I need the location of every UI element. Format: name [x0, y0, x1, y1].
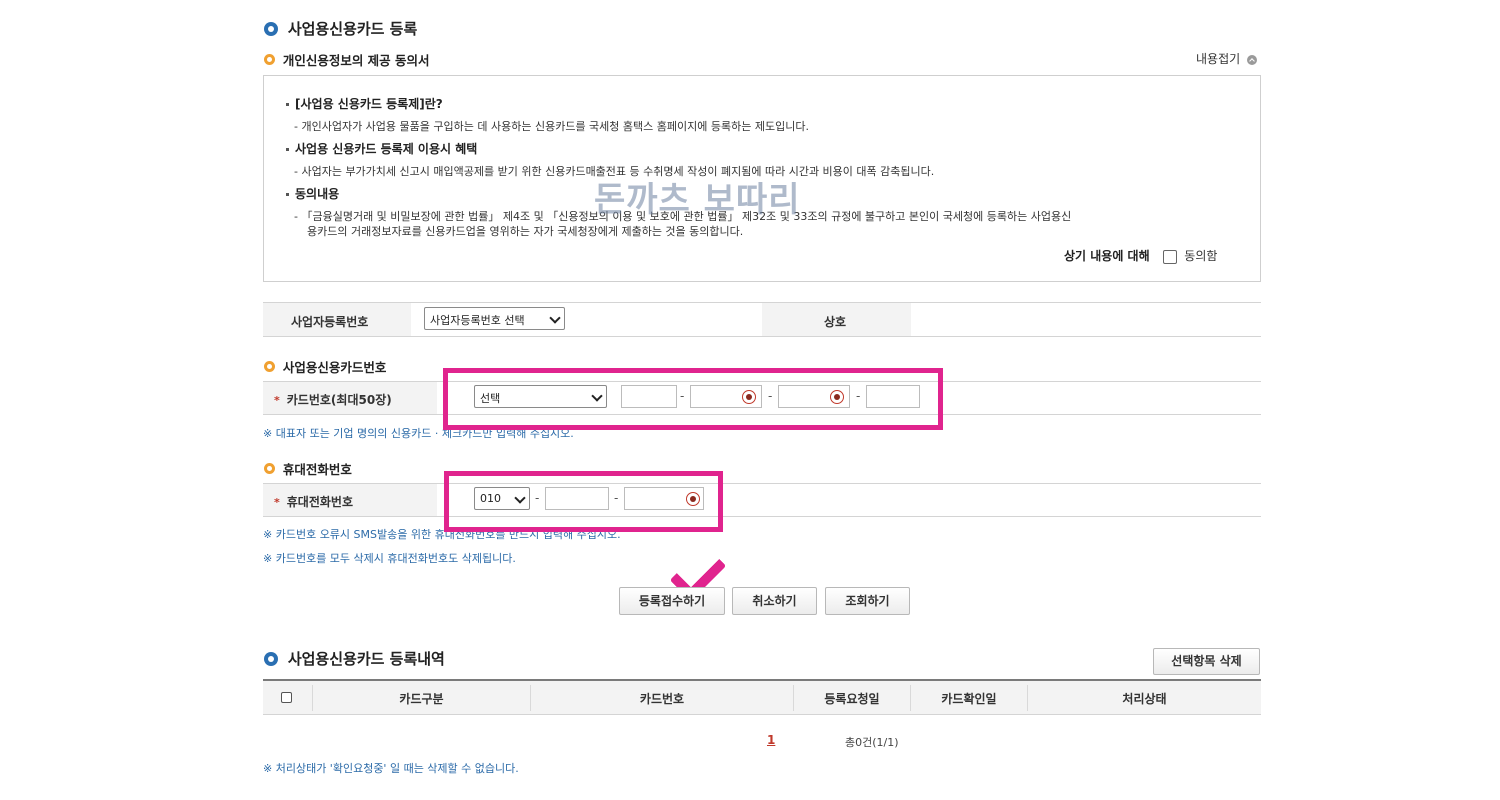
phone-section-header: 휴대전화번호 [264, 459, 352, 478]
column-header-card-type: 카드구분 [399, 692, 444, 706]
column-header-confirm-date: 카드확인일 [941, 692, 997, 706]
consent-title: 개인신용정보의 제공 동의서 [282, 53, 430, 68]
agree-label: 동의함 [1184, 249, 1218, 263]
card-section-title: 사업용신용카드번호 [282, 360, 387, 375]
column-header-card-number: 카드번호 [639, 692, 685, 706]
inquiry-button[interactable]: 조회하기 [825, 587, 910, 615]
phone-highlight-box [444, 471, 723, 532]
biz-label: 사업자등록번호 [291, 315, 369, 329]
delete-selected-button[interactable]: 선택항목 삭제 [1153, 648, 1260, 675]
history-table-bottom-border [263, 714, 1261, 715]
agree-prefix: 상기 내용에 대해 [1064, 249, 1150, 263]
biz-row-bottom-border [263, 336, 1261, 337]
phone-row-bottom-border [263, 516, 1261, 517]
select-all-checkbox[interactable] [281, 692, 292, 703]
watermark-text: 돈까츠 보따리 [594, 180, 801, 220]
history-title: 사업용신용카드 등록내역 [287, 650, 445, 668]
title-bullet-icon [264, 21, 278, 36]
card-label: * 카드번호(최대50장) [274, 393, 392, 407]
column-header-status: 처리상태 [1122, 692, 1167, 706]
pagination-page-1[interactable]: 1 [767, 733, 775, 747]
section3-text-2: 용카드의 거래정보자료를 신용카드업을 영위하는 자가 국세청장에게 제출하는 … [307, 225, 744, 238]
biz-number-select[interactable]: 사업자등록번호 선택 [424, 307, 565, 330]
phone-note-2: ※ 카드번호를 모두 삭제시 휴대전화번호도 삭제됩니다. [263, 552, 516, 565]
card-section-header: 사업용신용카드번호 [264, 357, 386, 376]
card-bullet-icon [264, 361, 275, 372]
history-note: ※ 처리상태가 '확인요청중' 일 때는 삭제할 수 없습니다. [263, 762, 519, 775]
section2-title: 사업용 신용카드 등록제 이용시 혜택 [286, 140, 477, 157]
section1-text: - 개인사업자가 사업용 물품을 구입하는 데 사용하는 신용카드를 국세청 홈… [294, 120, 809, 133]
phone-section-title: 휴대전화번호 [282, 462, 352, 477]
biz-select-value: 사업자등록번호 선택 [430, 314, 525, 327]
phone-label: * 휴대전화번호 [274, 495, 354, 509]
section1-title: [사업용 신용카드 등록제]란? [286, 95, 443, 112]
card-highlight-box [443, 368, 943, 430]
consent-bullet-icon [264, 54, 275, 65]
consent-header: 개인신용정보의 제공 동의서 [264, 50, 430, 69]
agree-checkbox[interactable] [1163, 249, 1178, 264]
collapse-up-icon [1247, 54, 1257, 65]
section3-title: 동의내용 [286, 185, 339, 202]
total-count: 총0건(1/1) [845, 736, 899, 749]
column-header-request-date: 등록요청일 [824, 692, 880, 706]
page-title: 사업용신용카드 등록 [287, 20, 418, 38]
biz-name-label: 상호 [824, 315, 847, 329]
agree-row: 상기 내용에 대해 동의함 [1064, 247, 1217, 264]
collapse-toggle[interactable]: 내용접기 [1196, 50, 1257, 67]
submit-button[interactable]: 등록접수하기 [619, 587, 725, 615]
phone-bullet-icon [264, 463, 275, 474]
chevron-down-icon [549, 312, 561, 324]
collapse-label: 내용접기 [1196, 52, 1241, 66]
page-title-row: 사업용신용카드 등록 [264, 18, 417, 39]
consent-box: [사업용 신용카드 등록제]란? - 개인사업자가 사업용 물품을 구입하는 데… [263, 75, 1261, 282]
history-title-row: 사업용신용카드 등록내역 [264, 648, 445, 669]
cancel-button[interactable]: 취소하기 [732, 587, 817, 615]
history-bullet-icon [264, 651, 278, 666]
